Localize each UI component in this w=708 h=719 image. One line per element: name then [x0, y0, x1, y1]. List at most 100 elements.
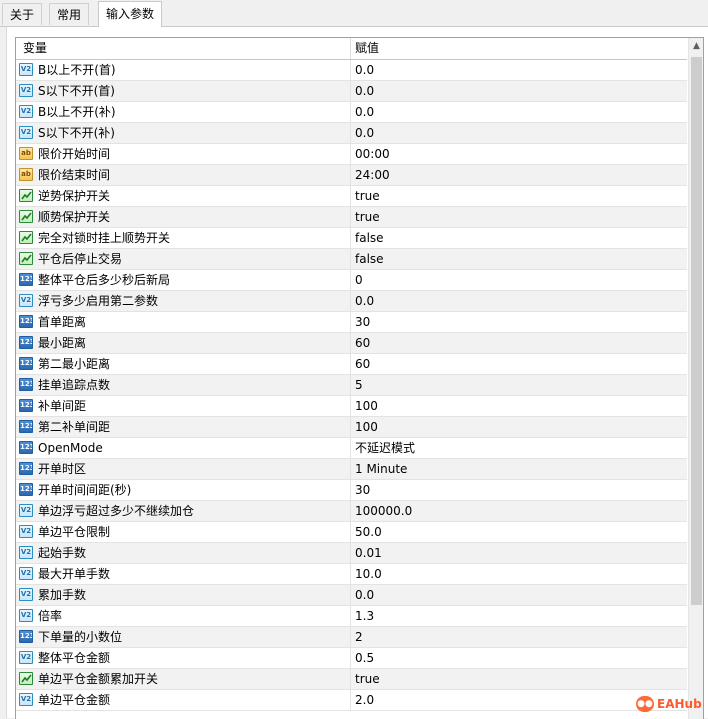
cell-divider: [350, 81, 351, 101]
parameter-value[interactable]: 0.5: [355, 648, 374, 668]
integer-value-icon: 123: [19, 399, 33, 412]
table-row[interactable]: V2 最大开单手数 10.0: [16, 564, 687, 585]
table-row[interactable]: V2 B以上不开(补) 0.0: [16, 102, 687, 123]
parameter-value[interactable]: 1 Minute: [355, 459, 407, 479]
parameter-value[interactable]: false: [355, 249, 384, 269]
parameter-value[interactable]: 1.3: [355, 606, 374, 626]
double-value-icon: V2: [19, 588, 33, 601]
parameter-value[interactable]: 2.0: [355, 690, 374, 710]
table-row[interactable]: 123 挂单追踪点数 5: [16, 375, 687, 396]
table-row[interactable]: V2 S以下不开(补) 0.0: [16, 123, 687, 144]
parameter-value[interactable]: 0.01: [355, 543, 382, 563]
parameter-value[interactable]: true: [355, 207, 380, 227]
cell-divider: [350, 249, 351, 269]
integer-value-icon: 123: [19, 315, 33, 328]
integer-value-icon: 123: [19, 630, 33, 643]
table-row[interactable]: 123 第二补单间距 100: [16, 417, 687, 438]
table-row[interactable]: 123 OpenMode 不延迟模式: [16, 438, 687, 459]
table-row[interactable]: V2 S以下不开(首) 0.0: [16, 81, 687, 102]
parameter-value[interactable]: 不延迟模式: [355, 438, 415, 458]
table-row[interactable]: ab 限价结束时间 24:00: [16, 165, 687, 186]
table-row[interactable]: V2 浮亏多少启用第二参数 0.0: [16, 291, 687, 312]
table-row[interactable]: 顺势保护开关 true: [16, 207, 687, 228]
vertical-scrollbar[interactable]: ▲: [688, 38, 703, 719]
double-value-icon: V2: [19, 609, 33, 622]
parameter-value[interactable]: 0.0: [355, 291, 374, 311]
table-row[interactable]: 123 第二最小距离 60: [16, 354, 687, 375]
parameter-value[interactable]: false: [355, 228, 384, 248]
scroll-up-arrow-icon[interactable]: ▲: [689, 38, 703, 55]
table-row[interactable]: V2 B以上不开(首) 0.0: [16, 60, 687, 81]
table-row[interactable]: 单边平仓金额累加开关 true: [16, 669, 687, 690]
cell-divider: [350, 291, 351, 311]
cell-divider: [350, 480, 351, 500]
parameter-value[interactable]: 100: [355, 396, 378, 416]
parameter-name: 开单时区: [38, 462, 87, 476]
tab-inputs[interactable]: 输入参数: [98, 1, 163, 27]
parameter-value[interactable]: 50.0: [355, 522, 382, 542]
parameter-value[interactable]: 0.0: [355, 60, 374, 80]
parameter-value[interactable]: 10.0: [355, 564, 382, 584]
table-row[interactable]: 完全对锁时挂上顺势开关 false: [16, 228, 687, 249]
parameter-value[interactable]: 100: [355, 417, 378, 437]
tab-about[interactable]: 关于: [2, 3, 43, 25]
table-row[interactable]: 123 首单距离 30: [16, 312, 687, 333]
table-row[interactable]: V2 起始手数 0.01: [16, 543, 687, 564]
parameter-name: 限价开始时间: [38, 147, 111, 161]
parameter-value[interactable]: true: [355, 669, 380, 689]
column-header-value[interactable]: 赋值: [355, 38, 379, 59]
parameter-value[interactable]: 24:00: [355, 165, 390, 185]
parameter-value[interactable]: 0.0: [355, 123, 374, 143]
cell-divider: [350, 375, 351, 395]
integer-value-icon: 123: [19, 441, 33, 454]
parameter-name: B以上不开(首): [38, 63, 116, 77]
table-row[interactable]: ab 限价开始时间 00:00: [16, 144, 687, 165]
parameter-value[interactable]: 2: [355, 627, 363, 647]
parameter-value[interactable]: 5: [355, 375, 363, 395]
double-value-icon: V2: [19, 651, 33, 664]
parameter-value[interactable]: true: [355, 186, 380, 206]
table-row[interactable]: V2 单边平仓限制 50.0: [16, 522, 687, 543]
table-row[interactable]: 逆势保护开关 true: [16, 186, 687, 207]
cell-divider: [350, 501, 351, 521]
parameter-value[interactable]: 0: [355, 270, 363, 290]
parameter-value[interactable]: 30: [355, 312, 370, 332]
table-row[interactable]: 123 补单间距 100: [16, 396, 687, 417]
double-value-icon: V2: [19, 693, 33, 706]
scrollbar-thumb[interactable]: [691, 57, 702, 605]
column-divider[interactable]: [350, 38, 351, 59]
parameter-value[interactable]: 00:00: [355, 144, 390, 164]
cell-divider: [350, 102, 351, 122]
boolean-value-icon: [19, 210, 33, 223]
table-row[interactable]: V2 累加手数 0.0: [16, 585, 687, 606]
column-header-variable[interactable]: 变量: [23, 38, 47, 59]
parameter-value[interactable]: 60: [355, 333, 370, 353]
parameter-value[interactable]: 0.0: [355, 585, 374, 605]
parameter-value[interactable]: 60: [355, 354, 370, 374]
parameter-value[interactable]: 0.0: [355, 81, 374, 101]
string-value-icon: ab: [19, 168, 33, 181]
watermark-text: EAHub: [657, 697, 702, 711]
parameter-value[interactable]: 0.0: [355, 102, 374, 122]
table-row[interactable]: 123 最小距离 60: [16, 333, 687, 354]
cell-divider: [350, 144, 351, 164]
double-value-icon: V2: [19, 525, 33, 538]
table-row[interactable]: V2 整体平仓金额 0.5: [16, 648, 687, 669]
table-row[interactable]: V2 单边平仓金额 2.0: [16, 690, 687, 711]
table-row[interactable]: 123 下单量的小数位 2: [16, 627, 687, 648]
parameter-value[interactable]: 30: [355, 480, 370, 500]
table-row[interactable]: 123 整体平仓后多少秒后新局 0: [16, 270, 687, 291]
table-row[interactable]: V2 倍率 1.3: [16, 606, 687, 627]
parameter-name: 单边平仓金额累加开关: [38, 672, 159, 686]
double-value-icon: V2: [19, 63, 33, 76]
table-row[interactable]: 123 开单时区 1 Minute: [16, 459, 687, 480]
parameter-name: 整体平仓金额: [38, 651, 111, 665]
table-row[interactable]: 平仓后停止交易 false: [16, 249, 687, 270]
integer-value-icon: 123: [19, 336, 33, 349]
table-row[interactable]: 123 开单时间间距(秒) 30: [16, 480, 687, 501]
table-row[interactable]: V2 单边浮亏超过多少不继续加仓 100000.0: [16, 501, 687, 522]
parameter-name: 补单间距: [38, 399, 87, 413]
parameter-value[interactable]: 100000.0: [355, 501, 412, 521]
parameter-name: 倍率: [38, 609, 63, 623]
tab-common[interactable]: 常用: [49, 3, 90, 25]
